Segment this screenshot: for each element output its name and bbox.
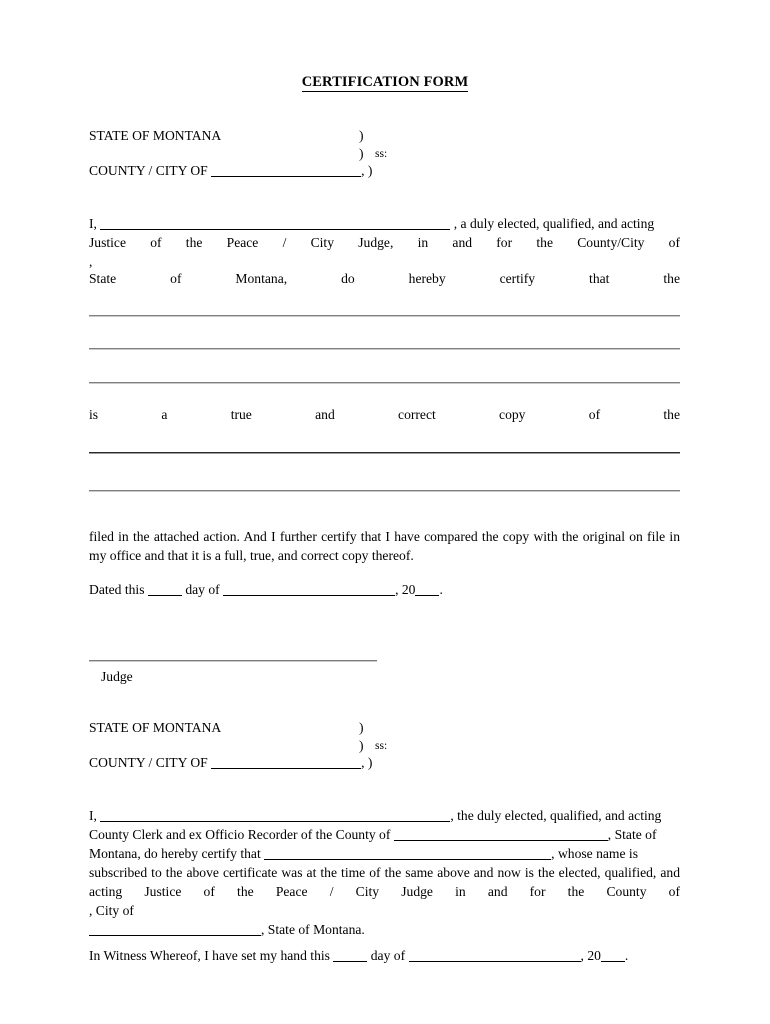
clerk-line3-lead: Montana, do hereby certify that — [89, 846, 261, 861]
judge-line1-lead: I, — [89, 216, 97, 231]
dated-year-prefix: , 20 — [395, 582, 416, 597]
venue-block-one: STATE OF MONTANA ) ) ss: COUNTY / CITY O… — [89, 127, 680, 180]
dated-day-blank[interactable] — [147, 583, 182, 596]
clerk-paragraph-line-1: I, , the duly elected, qualified, and ac… — [89, 806, 680, 825]
clerk-line2-tail: , State of — [607, 827, 657, 842]
writein-rule-4[interactable] — [89, 452, 680, 453]
clerk-name-blank[interactable] — [100, 809, 451, 822]
venue-one-ss-row: ) ss: — [89, 145, 680, 163]
witness-month-blank[interactable] — [408, 949, 581, 962]
venue-two-paren-2: ) — [359, 737, 364, 753]
clerk-paragraph-line-6: , State of Montana. — [89, 920, 680, 939]
clerk-city-blank[interactable] — [89, 923, 261, 936]
dated-year-blank[interactable] — [415, 583, 440, 596]
venue-one-ss-label: ss: — [375, 147, 388, 161]
venue-one-county-blank[interactable] — [211, 164, 362, 178]
venue-two-state-row: STATE OF MONTANA ) — [89, 719, 680, 737]
clerk-line1-tail: , the duly elected, qualified, and actin… — [450, 808, 662, 823]
venue-two-state-label: STATE OF MONTANA — [89, 720, 222, 735]
clerk-line6-tail: , State of Montana. — [261, 922, 365, 937]
writein-rule-2[interactable] — [89, 348, 680, 349]
judge-signature-label: Judge — [101, 669, 133, 684]
dated-mid: day of — [185, 582, 220, 597]
page-title-text: CERTIFICATION FORM — [301, 74, 469, 92]
venue-two-county-blank[interactable] — [211, 756, 362, 770]
clerk-line1-lead: I, — [89, 808, 97, 823]
venue-one-state-row: STATE OF MONTANA ) — [89, 127, 680, 145]
venue-two-county-suffix: , ) — [361, 755, 373, 771]
judge-paragraph-line-1: I, , a duly elected, qualified, and acti… — [89, 214, 680, 233]
venue-one-county-label: COUNTY / CITY OF — [89, 163, 208, 179]
venue-one-county-suffix: , ) — [361, 163, 373, 179]
clerk-paragraph-line-4: subscribed to the above certificate was … — [89, 865, 680, 900]
writein-rule-3[interactable] — [89, 382, 680, 383]
witness-year-prefix: , 20 — [580, 948, 601, 963]
clerk-paragraph-line-2: County Clerk and ex Officio Recorder of … — [89, 825, 680, 844]
dated-month-blank[interactable] — [223, 583, 396, 596]
page-title: CERTIFICATION FORM — [0, 74, 770, 92]
witness-suffix: . — [624, 948, 629, 963]
clerk-line2-lead: County Clerk and ex Officio Recorder of … — [89, 827, 391, 842]
venue-one-paren-1: ) — [359, 128, 364, 143]
venue-two-paren-1: ) — [359, 720, 364, 735]
dated-prefix: Dated this — [89, 582, 145, 597]
venue-two-county-label: COUNTY / CITY OF — [89, 755, 208, 771]
witness-day-blank[interactable] — [333, 949, 368, 962]
venue-two-ss-label: ss: — [375, 739, 388, 753]
venue-one-state-label: STATE OF MONTANA — [89, 128, 222, 143]
venue-one-paren-2: ) — [359, 145, 364, 161]
witness-line: In Witness Whereof, I have set my hand t… — [89, 946, 680, 965]
venue-one-county-row: COUNTY / CITY OF , ) — [89, 162, 680, 180]
clerk-subject-blank[interactable] — [264, 847, 552, 860]
document-page: CERTIFICATION FORM STATE OF MONTANA ) ) … — [0, 0, 770, 1024]
clerk-paragraph-line-3: Montana, do hereby certify that , whose … — [89, 844, 680, 863]
judge-paragraph-line-2: Justice of the Peace / City Judge, in an… — [89, 235, 680, 250]
clerk-line3-tail: , whose name is — [551, 846, 638, 861]
clerk-paragraph-line-5: , City of — [89, 903, 134, 918]
writein-rule-5[interactable] — [89, 490, 680, 491]
venue-two-ss-row: ) ss: — [89, 737, 680, 755]
judge-line1-tail: , a duly elected, qualified, and acting — [453, 216, 655, 231]
witness-year-blank[interactable] — [600, 949, 625, 962]
venue-two-county-row: COUNTY / CITY OF , ) — [89, 754, 680, 772]
judge-paragraph-line-5: is a true and correct copy of the — [89, 407, 680, 422]
clerk-county-blank[interactable] — [393, 828, 608, 841]
dated-suffix: . — [439, 582, 443, 597]
witness-prefix: In Witness Whereof, I have set my hand t… — [89, 948, 330, 963]
judge-paragraph-line-4: State of Montana, do hereby certify that… — [89, 271, 680, 286]
witness-mid: day of — [370, 948, 406, 963]
venue-block-two: STATE OF MONTANA ) ) ss: COUNTY / CITY O… — [89, 719, 680, 772]
writein-rule-1[interactable] — [89, 315, 680, 316]
certify-paragraph: filed in the attached action. And I furt… — [89, 529, 680, 564]
dated-line: Dated this day of , 20. — [89, 580, 680, 599]
judge-name-blank[interactable] — [100, 217, 451, 230]
judge-signature-rule[interactable] — [89, 660, 377, 661]
